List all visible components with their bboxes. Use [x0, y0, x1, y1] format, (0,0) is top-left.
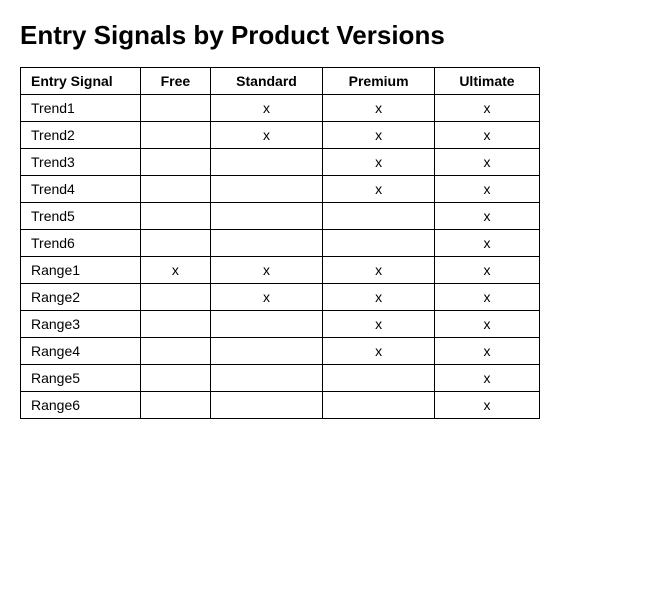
cell-standard-6: x	[210, 257, 323, 284]
table-header-row: Entry Signal Free Standard Premium Ultim…	[21, 68, 540, 95]
cell-standard-8	[210, 311, 323, 338]
cell-ultimate-9: x	[434, 338, 539, 365]
cell-ultimate-2: x	[434, 149, 539, 176]
cell-premium-5	[323, 230, 435, 257]
col-header-signal: Entry Signal	[21, 68, 141, 95]
cell-premium-8: x	[323, 311, 435, 338]
table-row: Trend1xxx	[21, 95, 540, 122]
cell-signal-8: Range3	[21, 311, 141, 338]
cell-ultimate-11: x	[434, 392, 539, 419]
cell-free-3	[141, 176, 211, 203]
cell-ultimate-0: x	[434, 95, 539, 122]
table-row: Trend2xxx	[21, 122, 540, 149]
cell-free-11	[141, 392, 211, 419]
cell-ultimate-10: x	[434, 365, 539, 392]
cell-signal-6: Range1	[21, 257, 141, 284]
table-row: Range1xxxx	[21, 257, 540, 284]
table-row: Range6 x	[21, 392, 540, 419]
cell-signal-5: Trend6	[21, 230, 141, 257]
cell-ultimate-3: x	[434, 176, 539, 203]
cell-signal-9: Range4	[21, 338, 141, 365]
cell-free-2	[141, 149, 211, 176]
cell-free-8	[141, 311, 211, 338]
cell-ultimate-4: x	[434, 203, 539, 230]
table-row: Range3 xx	[21, 311, 540, 338]
cell-premium-3: x	[323, 176, 435, 203]
cell-standard-2	[210, 149, 323, 176]
cell-standard-10	[210, 365, 323, 392]
table-row: Trend3 xx	[21, 149, 540, 176]
cell-signal-7: Range2	[21, 284, 141, 311]
cell-standard-9	[210, 338, 323, 365]
cell-free-1	[141, 122, 211, 149]
cell-signal-1: Trend2	[21, 122, 141, 149]
cell-free-7	[141, 284, 211, 311]
table-row: Trend5 x	[21, 203, 540, 230]
cell-premium-9: x	[323, 338, 435, 365]
cell-ultimate-7: x	[434, 284, 539, 311]
cell-free-10	[141, 365, 211, 392]
cell-ultimate-5: x	[434, 230, 539, 257]
cell-premium-7: x	[323, 284, 435, 311]
cell-standard-0: x	[210, 95, 323, 122]
cell-free-4	[141, 203, 211, 230]
cell-standard-1: x	[210, 122, 323, 149]
table-row: Trend6 x	[21, 230, 540, 257]
cell-signal-3: Trend4	[21, 176, 141, 203]
cell-premium-2: x	[323, 149, 435, 176]
col-header-premium: Premium	[323, 68, 435, 95]
cell-premium-1: x	[323, 122, 435, 149]
cell-ultimate-8: x	[434, 311, 539, 338]
cell-premium-11	[323, 392, 435, 419]
page-title: Entry Signals by Product Versions	[20, 20, 641, 51]
cell-premium-4	[323, 203, 435, 230]
table-row: Trend4 xx	[21, 176, 540, 203]
cell-standard-3	[210, 176, 323, 203]
cell-signal-4: Trend5	[21, 203, 141, 230]
cell-signal-2: Trend3	[21, 149, 141, 176]
cell-signal-11: Range6	[21, 392, 141, 419]
table-row: Range5 x	[21, 365, 540, 392]
cell-ultimate-6: x	[434, 257, 539, 284]
cell-standard-11	[210, 392, 323, 419]
cell-ultimate-1: x	[434, 122, 539, 149]
cell-premium-10	[323, 365, 435, 392]
cell-premium-6: x	[323, 257, 435, 284]
signals-table: Entry Signal Free Standard Premium Ultim…	[20, 67, 540, 419]
cell-signal-0: Trend1	[21, 95, 141, 122]
col-header-standard: Standard	[210, 68, 323, 95]
table-row: Range4 xx	[21, 338, 540, 365]
col-header-free: Free	[141, 68, 211, 95]
cell-signal-10: Range5	[21, 365, 141, 392]
cell-free-5	[141, 230, 211, 257]
cell-free-9	[141, 338, 211, 365]
cell-free-0	[141, 95, 211, 122]
cell-standard-5	[210, 230, 323, 257]
cell-premium-0: x	[323, 95, 435, 122]
col-header-ultimate: Ultimate	[434, 68, 539, 95]
cell-free-6: x	[141, 257, 211, 284]
cell-standard-7: x	[210, 284, 323, 311]
cell-standard-4	[210, 203, 323, 230]
table-row: Range2xxx	[21, 284, 540, 311]
